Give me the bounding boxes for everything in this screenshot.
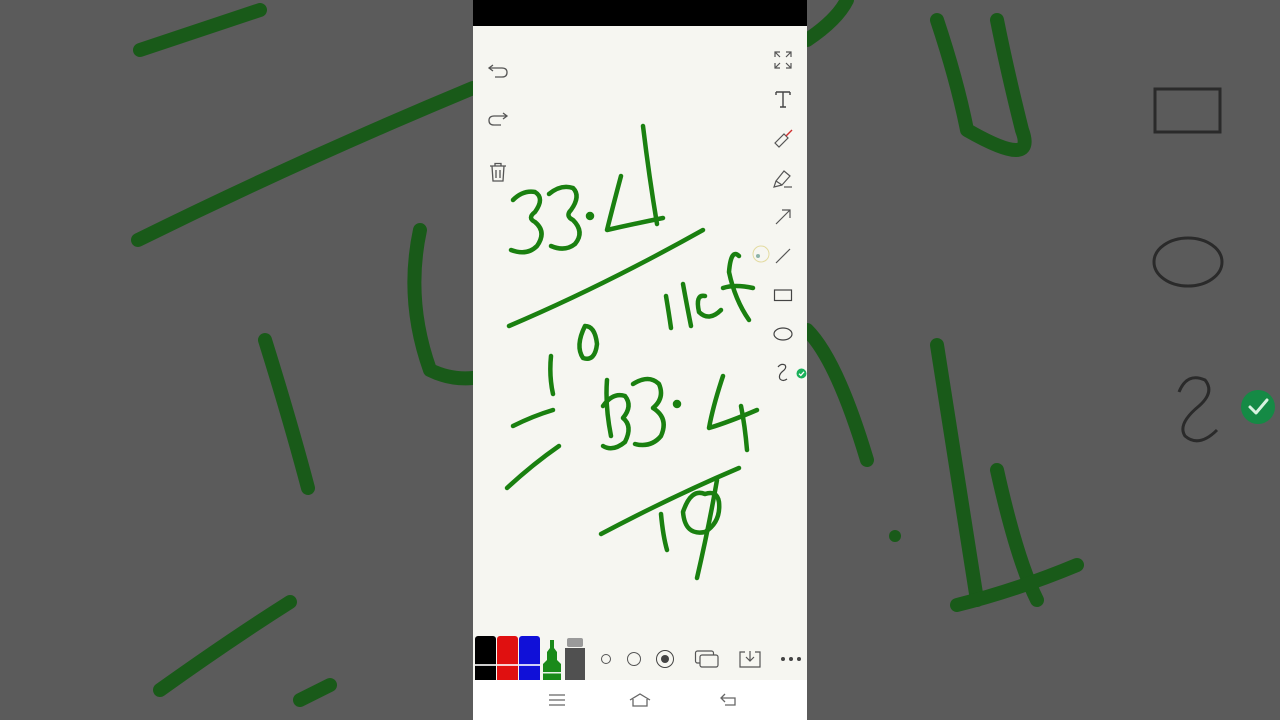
back-button[interactable] bbox=[709, 688, 749, 712]
size-selected-dot bbox=[661, 655, 669, 663]
line-tool-icon bbox=[775, 248, 791, 264]
marker-body bbox=[519, 666, 540, 680]
size-medium-button[interactable] bbox=[627, 652, 641, 666]
status-bar bbox=[473, 0, 807, 26]
color-red-marker[interactable] bbox=[497, 636, 518, 680]
color-gray-marker[interactable] bbox=[564, 638, 586, 680]
more-icon bbox=[781, 657, 801, 661]
color-black-marker[interactable] bbox=[475, 636, 496, 680]
eraser-tool-button[interactable] bbox=[771, 127, 795, 151]
freehand-tool-button[interactable] bbox=[771, 361, 795, 385]
recents-icon bbox=[549, 694, 565, 706]
background-left-panel bbox=[0, 0, 473, 720]
marker-cap bbox=[497, 636, 518, 666]
gray-marker-icon bbox=[565, 638, 585, 680]
trash-icon bbox=[490, 162, 506, 182]
more-button[interactable] bbox=[777, 648, 805, 670]
fullscreen-button[interactable] bbox=[771, 48, 795, 72]
home-icon bbox=[629, 693, 651, 707]
system-nav-bar bbox=[473, 680, 807, 720]
redo-icon bbox=[488, 112, 509, 126]
undo-button[interactable] bbox=[486, 58, 510, 82]
arrow-tool-icon bbox=[775, 209, 791, 225]
freehand-tool-icon bbox=[777, 363, 788, 382]
delete-button[interactable] bbox=[486, 160, 510, 184]
size-small-button[interactable] bbox=[601, 654, 611, 664]
background-strokes-right bbox=[807, 0, 1275, 612]
download-icon bbox=[739, 651, 761, 668]
phone-screen bbox=[473, 0, 807, 720]
back-icon bbox=[720, 693, 736, 706]
recents-button[interactable] bbox=[537, 688, 577, 712]
drawing-canvas[interactable] bbox=[473, 26, 807, 636]
line-tool-button[interactable] bbox=[771, 244, 795, 268]
arrow-tool-button[interactable] bbox=[771, 205, 795, 229]
marker-body bbox=[475, 666, 496, 680]
redo-button[interactable] bbox=[486, 108, 510, 132]
rectangle-tool-icon bbox=[773, 289, 793, 302]
marker-cap bbox=[519, 636, 540, 666]
handwriting-strokes bbox=[504, 123, 770, 581]
pages-icon bbox=[694, 650, 719, 668]
undo-icon bbox=[487, 64, 508, 78]
checkmark-icon bbox=[796, 368, 806, 378]
pages-button[interactable] bbox=[693, 648, 721, 670]
color-green-marker[interactable] bbox=[541, 636, 563, 680]
background-strokes-left bbox=[131, 3, 473, 707]
text-tool-button[interactable] bbox=[771, 87, 795, 111]
text-tool-icon bbox=[775, 91, 791, 108]
fullscreen-icon bbox=[774, 51, 792, 69]
rectangle-tool-button[interactable] bbox=[771, 283, 795, 307]
eraser-icon bbox=[774, 129, 793, 148]
selected-tool-check bbox=[795, 367, 807, 379]
marker-body bbox=[497, 666, 518, 680]
highlighter-tool-button[interactable] bbox=[771, 166, 795, 190]
ellipse-tool-button[interactable] bbox=[771, 322, 795, 346]
highlighter-icon bbox=[773, 170, 792, 188]
color-blue-marker[interactable] bbox=[519, 636, 540, 680]
background-right-panel bbox=[807, 0, 1280, 720]
marker-cap bbox=[475, 636, 496, 666]
bottom-toolbar bbox=[473, 636, 807, 680]
green-marker-selected-icon bbox=[543, 640, 561, 680]
ellipse-tool-icon bbox=[773, 327, 793, 341]
size-large-button[interactable] bbox=[656, 650, 674, 668]
download-button[interactable] bbox=[737, 647, 763, 671]
home-button[interactable] bbox=[620, 688, 660, 712]
